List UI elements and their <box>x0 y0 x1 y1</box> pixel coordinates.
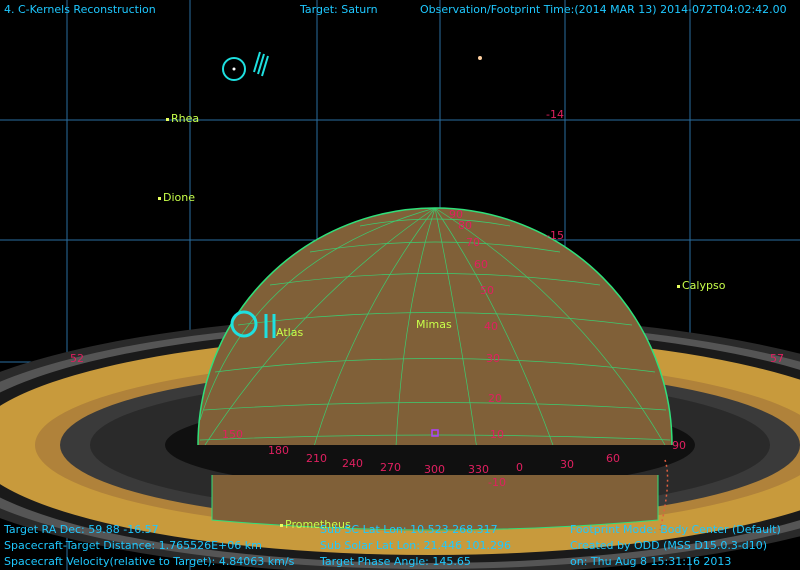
lon-tick: 240 <box>342 457 363 470</box>
moon-calypso[interactable]: Calypso <box>677 279 725 292</box>
created-on: on: Thu Aug 8 15:31:16 2013 <box>570 555 732 568</box>
moon-label: Mimas <box>416 318 452 331</box>
lon-tick: 300 <box>424 463 445 476</box>
ra-tick: 52 <box>70 352 84 365</box>
moon-marker <box>158 196 161 200</box>
created-by: Created by ODD (MSS D15.0.3-d10) <box>570 539 768 552</box>
moon-label: Rhea <box>171 112 200 125</box>
lon-tick: 330 <box>468 463 489 476</box>
ra-tick: 57 <box>770 352 784 365</box>
odd-view: 4. C-Kernels Reconstruction Target: Satu… <box>0 0 800 570</box>
moon-marker <box>280 523 283 527</box>
moon-mimas[interactable]: Mimas <box>416 318 452 331</box>
lat-tick: 60 <box>474 258 488 271</box>
sub-sc-lat-lon: Sub SC Lat Lon: 10.523 268.317 <box>320 523 498 536</box>
moon-atlas[interactable]: Atlas <box>276 326 303 339</box>
sub-solar-lat-lon: Sub Solar Lat Lon: 21.446 101.296 <box>320 539 511 552</box>
spacecraft-target-distance: Spacecraft-Target Distance: 1.765526E+06… <box>4 539 262 552</box>
target-ra-dec: Target RA Dec: 59.88 -16.57 <box>4 523 159 536</box>
lat-tick: 50 <box>480 284 494 297</box>
dec-tick: -14 <box>546 108 564 121</box>
dec-tick: -15 <box>546 229 564 242</box>
star-point <box>478 56 482 60</box>
dec-tick: -10 <box>488 476 506 489</box>
lon-tick: 150 <box>222 428 243 441</box>
lon-tick: 30 <box>560 458 574 471</box>
lon-tick: 180 <box>268 444 289 457</box>
observation-time: Observation/Footprint Time:(2014 MAR 13)… <box>420 3 787 16</box>
lon-tick: 210 <box>306 452 327 465</box>
saturn-globe <box>197 207 673 476</box>
lon-tick: 90 <box>672 439 686 452</box>
lon-tick: 60 <box>606 452 620 465</box>
spacecraft-velocity: Spacecraft Velocity(relative to Target):… <box>4 555 295 568</box>
moon-label: Calypso <box>682 279 726 292</box>
lat-tick: 20 <box>488 392 502 405</box>
moon-label: Dione <box>163 191 195 204</box>
moon-label: Atlas <box>276 326 304 339</box>
moon-marker <box>166 117 169 121</box>
lat-tick: 10 <box>490 428 504 441</box>
lat-tick: 80 <box>458 219 472 232</box>
moon-dione[interactable]: Dione <box>158 191 195 204</box>
footprint-mode: Footprint Mode: Body Center (Default) <box>570 523 781 536</box>
target-phase-angle: Target Phase Angle: 145.65 <box>320 555 471 568</box>
spacecraft-icon <box>222 51 269 81</box>
lat-tick: 70 <box>466 236 480 249</box>
lon-tick: 0 <box>516 461 523 474</box>
lat-tick: 40 <box>484 320 498 333</box>
moon-rhea[interactable]: Rhea <box>166 112 199 125</box>
moon-marker <box>677 284 680 288</box>
lon-tick: 270 <box>380 461 401 474</box>
target-label: Target: Saturn <box>300 3 378 16</box>
view-title: 4. C-Kernels Reconstruction <box>4 3 156 16</box>
lat-tick: 30 <box>486 352 500 365</box>
